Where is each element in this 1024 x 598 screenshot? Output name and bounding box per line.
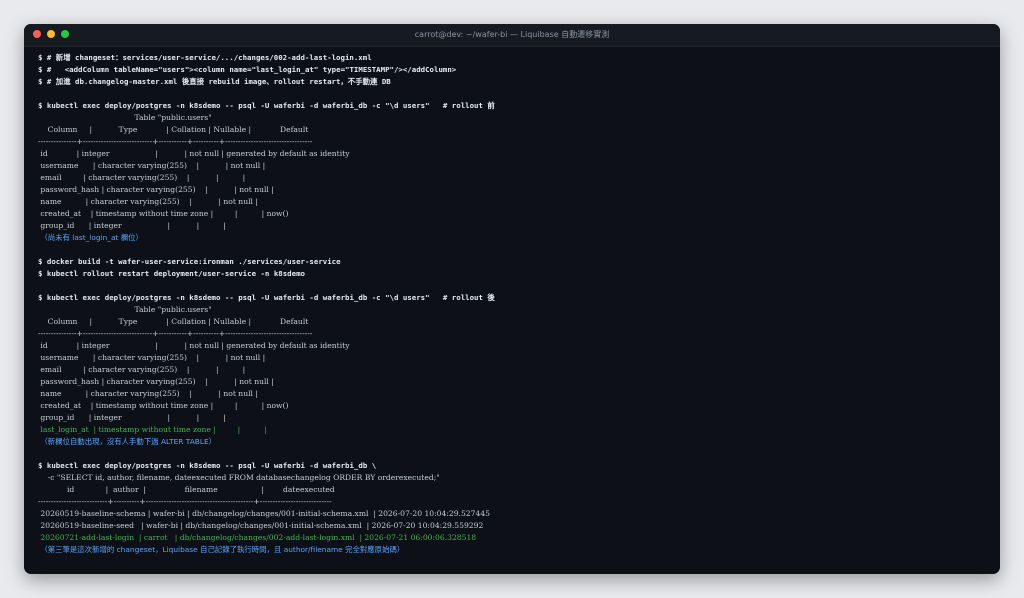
output-line: email | character varying(255) | | | [38,173,246,182]
output-line: -c "SELECT id, author, filename, dateexe… [38,473,440,482]
output-line: Column | Type | Collation | Nullable | D… [38,125,309,134]
highlight-line: last_login_at | timestamp without time z… [38,425,267,434]
command-line: $ kubectl exec deploy/postgres -n k8sdem… [38,293,495,302]
output-line: id | integer | | not null | generated by… [38,149,350,158]
command-line: $ kubectl exec deploy/postgres -n k8sdem… [38,461,377,470]
annotation-line: （尚未有 last_login_at 欄位） [38,233,143,242]
command-line: $ # <addColumn tableName="users"><column… [38,65,457,74]
title-bar: carrot@dev: ~/wafer-bi — Liquibase 自動遷移實… [24,24,1000,47]
command-line: $ # 新增 changeset：services/user-service/.… [38,53,372,62]
output-line: username | character varying(255) | | no… [38,353,266,362]
output-line: Column | Type | Collation | Nullable | D… [38,317,309,326]
output-line: name | character varying(255) | | not nu… [38,389,258,398]
command-line: $ # 加進 db.changelog-master.xml 後直接 rebui… [38,77,391,86]
output-line: name | character varying(255) | | not nu… [38,197,258,206]
highlight-line: 20260721-add-last-login | carrot | db/ch… [38,533,477,542]
annotation-line: （第三筆是這次新增的 changeset，Liquibase 自己記錄了執行時間… [38,545,405,554]
output-line: group_id | integer | | | [38,413,226,422]
output-line: Table "public.users" [38,113,212,122]
output-line: email | character varying(255) | | | [38,365,246,374]
command-line: $ kubectl exec deploy/postgres -n k8sdem… [38,101,495,110]
output-line: ---------------+------------------------… [38,329,313,338]
output-line: ---------------------------+----------+-… [38,497,332,506]
output-line: id | author | filename | dateexecuted [38,485,335,494]
output-line: created_at | timestamp without time zone… [38,209,289,218]
window-title: carrot@dev: ~/wafer-bi — Liquibase 自動遷移實… [414,30,610,39]
annotation-line: （新欄位自動出現，沒有人手動下過 ALTER TABLE） [38,437,217,446]
output-line: password_hash | character varying(255) |… [38,377,274,386]
output-line: password_hash | character varying(255) |… [38,185,274,194]
output-line: group_id | integer | | | [38,221,226,230]
output-line: 20260519-baseline-seed | wafer-bi | db/c… [38,521,484,530]
terminal-window: carrot@dev: ~/wafer-bi — Liquibase 自動遷移實… [24,24,1000,574]
command-line: $ kubectl rollout restart deployment/use… [38,269,305,278]
output-line: ---------------+------------------------… [38,137,313,146]
output-line: id | integer | | not null | generated by… [38,341,350,350]
output-line: Table "public.users" [38,305,212,314]
terminal-output[interactable]: $ # 新增 changeset：services/user-service/.… [24,52,1000,574]
output-line: created_at | timestamp without time zone… [38,401,289,410]
output-line: 20260519-baseline-schema | wafer-bi | db… [38,509,490,518]
output-line: username | character varying(255) | | no… [38,161,266,170]
command-line: $ docker build -t wafer-user-service:iro… [38,257,341,266]
